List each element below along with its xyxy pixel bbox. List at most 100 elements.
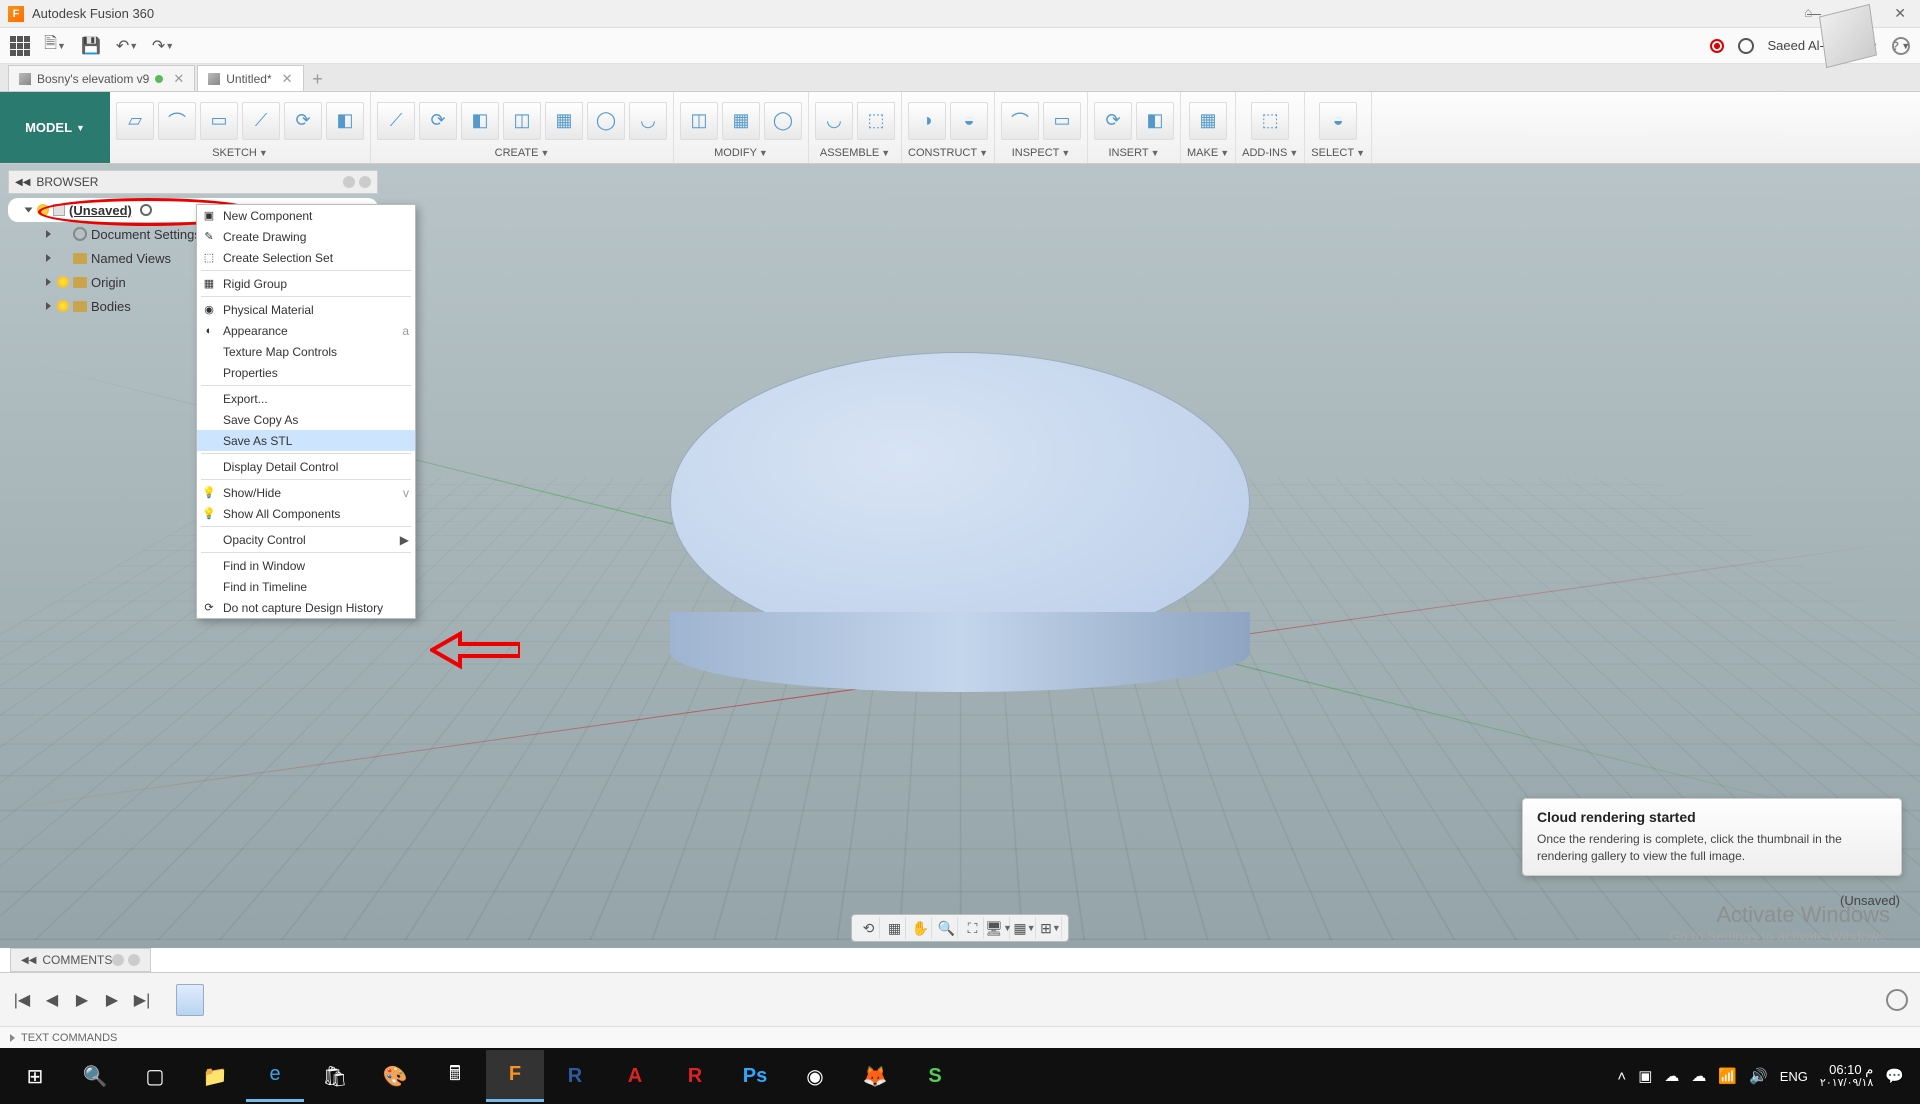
browser-dot-icon[interactable]	[359, 176, 371, 188]
tray-cloud-icon[interactable]: ☁	[1691, 1067, 1706, 1085]
bulb-icon[interactable]	[57, 276, 69, 288]
ctx-item-appearance[interactable]: ◐Appearancea	[197, 320, 415, 341]
ctx-item-opacity-control[interactable]: Opacity Control▶	[197, 529, 415, 550]
tray-notifications-icon[interactable]: 💬	[1885, 1067, 1904, 1085]
ribbon-tool-icon[interactable]: ⟳	[1094, 102, 1132, 140]
ribbon-tool-icon[interactable]: ⟋	[377, 102, 415, 140]
file-menu[interactable]: 🗎▼	[44, 35, 66, 57]
ribbon-tool-icon[interactable]: ▦	[1189, 102, 1227, 140]
ctx-item-create-selection-set[interactable]: ⬚Create Selection Set	[197, 247, 415, 268]
bulb-icon[interactable]	[37, 204, 49, 216]
orbit-button[interactable]: ⟲	[858, 917, 880, 939]
tray-chevron-icon[interactable]: ˄	[1617, 1068, 1626, 1085]
add-tab-button[interactable]: +	[306, 67, 330, 91]
ribbon-tool-icon[interactable]: ◯	[587, 102, 625, 140]
ribbon-tool-icon[interactable]: ◒	[950, 102, 988, 140]
ribbon-tool-icon[interactable]: ▭	[1043, 102, 1081, 140]
edge-button[interactable]: e	[246, 1050, 304, 1102]
ribbon-tool-icon[interactable]: ◧	[461, 102, 499, 140]
tray-app-icon[interactable]: ▣	[1638, 1067, 1652, 1085]
ribbon-tool-icon[interactable]: ◫	[503, 102, 541, 140]
ribbon-group-label[interactable]: SELECT ▼	[1311, 145, 1365, 159]
ribbon-group-label[interactable]: ASSEMBLE ▼	[820, 145, 890, 159]
ribbon-tool-icon[interactable]: ⟳	[419, 102, 457, 140]
ribbon-tool-icon[interactable]: ◡	[629, 102, 667, 140]
ctx-item-do-not-capture-design-history[interactable]: ⟳Do not capture Design History	[197, 597, 415, 618]
ctx-item-display-detail-control[interactable]: Display Detail Control	[197, 456, 415, 477]
ribbon-tool-icon[interactable]: ◡	[815, 102, 853, 140]
autocad-button[interactable]: A	[606, 1050, 664, 1102]
revit2-button[interactable]: R	[666, 1050, 724, 1102]
revit-button[interactable]: R	[546, 1050, 604, 1102]
viewport-layout[interactable]: ⊞▼	[1040, 917, 1062, 939]
ribbon-tool-icon[interactable]: ◫	[680, 102, 718, 140]
tray-wifi-icon[interactable]: 📶	[1718, 1067, 1737, 1085]
browser-header[interactable]: ◀◀ BROWSER	[8, 170, 378, 194]
doc-tab-0[interactable]: Bosny's elevatiom v9 ✕	[8, 65, 195, 91]
job-status-icon[interactable]	[1738, 38, 1754, 54]
doc-tab-1[interactable]: Untitled* ✕	[197, 65, 303, 91]
ribbon-tool-icon[interactable]: ▦	[722, 102, 760, 140]
ribbon-group-label[interactable]: SKETCH ▼	[212, 145, 268, 159]
timeline-start[interactable]: |◀	[12, 990, 32, 1010]
search-button[interactable]: 🔍	[66, 1050, 124, 1102]
ribbon-tool-icon[interactable]: ◧	[326, 102, 364, 140]
start-button[interactable]: ⊞	[6, 1050, 64, 1102]
ribbon-tool-icon[interactable]: ▦	[545, 102, 583, 140]
home-icon[interactable]: ⌂	[1804, 4, 1812, 20]
comments-add-icon[interactable]	[112, 954, 124, 966]
ribbon-tool-icon[interactable]: ◯	[764, 102, 802, 140]
browser-min-icon[interactable]	[343, 176, 355, 188]
comments-panel[interactable]: ◀◀ COMMENTS	[10, 948, 151, 972]
ribbon-tool-icon[interactable]: ▱	[116, 102, 154, 140]
timeline-prev[interactable]: ◀	[42, 990, 62, 1010]
ribbon-group-label[interactable]: MAKE ▼	[1187, 145, 1229, 159]
ctx-item-save-copy-as[interactable]: Save Copy As	[197, 409, 415, 430]
record-icon[interactable]	[1710, 39, 1724, 53]
ribbon-tool-icon[interactable]: ◑	[908, 102, 946, 140]
model-cylinder[interactable]	[670, 352, 1250, 692]
ctx-item-physical-material[interactable]: ◉Physical Material	[197, 299, 415, 320]
fit-button[interactable]: ⛶	[962, 917, 984, 939]
ctx-item-create-drawing[interactable]: ✎Create Drawing	[197, 226, 415, 247]
tray-volume-icon[interactable]: 🔊	[1749, 1067, 1768, 1085]
ctx-item-rigid-group[interactable]: ▦Rigid Group	[197, 273, 415, 294]
ribbon-group-label[interactable]: CONSTRUCT ▼	[908, 145, 988, 159]
file-explorer-button[interactable]: 📁	[186, 1050, 244, 1102]
ribbon-tool-icon[interactable]: ⟳	[284, 102, 322, 140]
ribbon-tool-icon[interactable]: ⬚	[857, 102, 895, 140]
redo-button[interactable]: ↷▼	[152, 35, 174, 57]
ctx-item-texture-map-controls[interactable]: Texture Map Controls	[197, 341, 415, 362]
steam-button[interactable]: ◉	[786, 1050, 844, 1102]
tray-language[interactable]: ENG	[1780, 1069, 1808, 1084]
ctx-item-new-component[interactable]: ▣New Component	[197, 205, 415, 226]
data-panel-button[interactable]	[10, 36, 30, 56]
tab-close-icon[interactable]: ✕	[282, 71, 293, 87]
ribbon-group-label[interactable]: MODIFY ▼	[714, 145, 768, 159]
comments-dot-icon[interactable]	[128, 954, 140, 966]
timeline-next[interactable]: ▶	[102, 990, 122, 1010]
tray-onedrive-icon[interactable]: ☁	[1664, 1067, 1679, 1085]
ribbon-tool-icon[interactable]: ◧	[1136, 102, 1174, 140]
radio-icon[interactable]	[140, 204, 152, 216]
ribbon-group-label[interactable]: CREATE ▼	[495, 145, 550, 159]
workspace-switcher[interactable]: MODEL▼	[0, 92, 110, 163]
help-button[interactable]: ?▼	[1892, 37, 1910, 55]
ribbon-group-label[interactable]: INSERT ▼	[1108, 145, 1159, 159]
ribbon-tool-icon[interactable]: ⌒	[158, 102, 196, 140]
ribbon-tool-icon[interactable]: ⌒	[1001, 102, 1039, 140]
ctx-item-find-in-timeline[interactable]: Find in Timeline	[197, 576, 415, 597]
timeline-play[interactable]: ▶	[72, 990, 92, 1010]
timeline-end[interactable]: ▶|	[132, 990, 152, 1010]
photoshop-button[interactable]: Ps	[726, 1050, 784, 1102]
ribbon-tool-icon[interactable]: ◒	[1319, 102, 1357, 140]
tray-clock[interactable]: 06:10 م ٢٠١٧/٠٩/١٨	[1820, 1062, 1873, 1091]
fusion-button[interactable]: F	[486, 1050, 544, 1102]
undo-button[interactable]: ↶▼	[116, 35, 138, 57]
ribbon-tool-icon[interactable]: ▭	[200, 102, 238, 140]
ctx-item-save-as-stl[interactable]: Save As STL	[197, 430, 415, 451]
ctx-item-properties[interactable]: Properties	[197, 362, 415, 383]
ctx-item-export-[interactable]: Export...	[197, 388, 415, 409]
save-button[interactable]: 💾	[80, 35, 102, 57]
firefox-button[interactable]: 🦊	[846, 1050, 904, 1102]
